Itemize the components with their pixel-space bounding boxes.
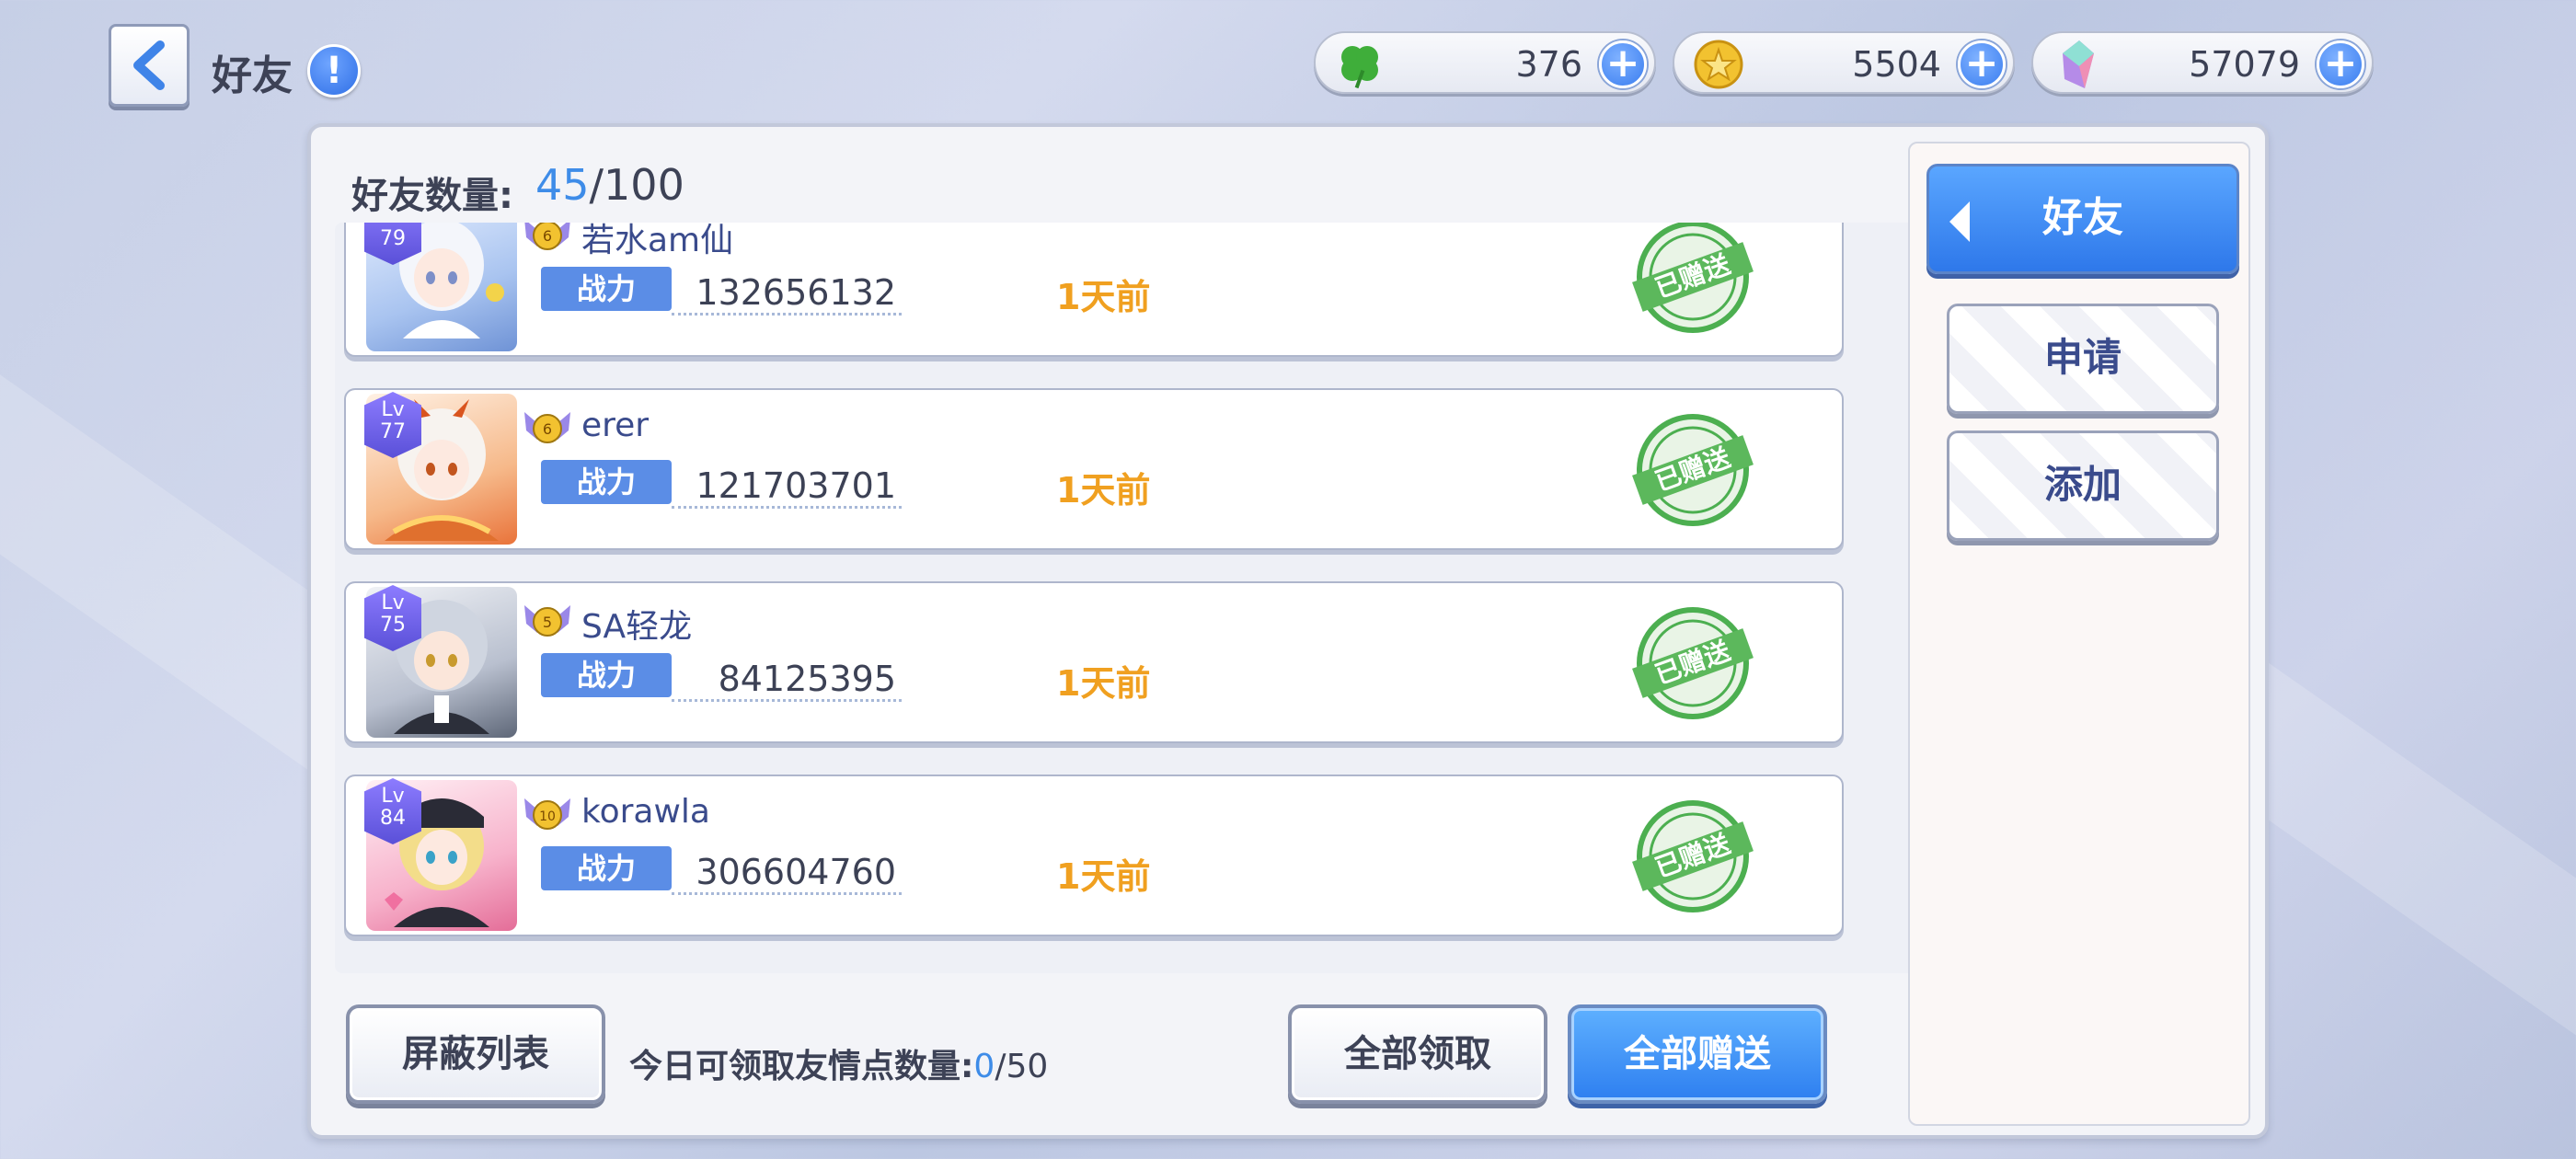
- power-label: 战力: [541, 460, 672, 504]
- friend-name: 若水am仙: [581, 223, 734, 259]
- svg-text:6: 6: [543, 420, 552, 438]
- coin-count: 5504: [1852, 44, 1941, 85]
- gem-count: 57079: [2189, 44, 2300, 85]
- level-label: Lv: [381, 785, 405, 808]
- tab-friends[interactable]: 好友: [1926, 164, 2239, 274]
- level-label: Lv: [381, 398, 405, 421]
- friend-count-max: /100: [589, 160, 684, 210]
- level-label: Lv: [381, 591, 405, 614]
- power-value: 306604760: [672, 852, 902, 895]
- last-login-time: 1天前: [1056, 663, 1151, 704]
- chevron-left-icon: [133, 40, 165, 90]
- tab-add[interactable]: 添加: [1947, 430, 2219, 541]
- currency-gem: 57079 +: [2031, 31, 2374, 94]
- level-badge: Lv 75: [364, 585, 421, 651]
- level-badge: Lv 84: [364, 778, 421, 844]
- friend-count-current: 45: [535, 160, 590, 210]
- friend-row[interactable]: Lv 84 10 korawla 战力 306604760 1天前 已赠送: [344, 775, 1844, 936]
- sidebar: 好友 申请 添加: [1908, 142, 2250, 1126]
- gifted-stamp-icon: 已赠送: [1632, 800, 1754, 912]
- power-label: 战力: [541, 653, 672, 697]
- last-login-time: 1天前: [1056, 277, 1151, 317]
- daily-points-max: /50: [995, 1048, 1049, 1085]
- power-value: 84125395: [672, 659, 902, 702]
- star-coin-icon: [1694, 40, 1743, 89]
- clover-icon: [1341, 46, 1378, 89]
- level-value: 84: [380, 807, 406, 830]
- add-coin-button[interactable]: +: [1958, 40, 2006, 88]
- friend-row[interactable]: Lv 77 6 erer 战力 121703701 1天前 已赠送: [344, 388, 1844, 550]
- power-value: 132656132: [672, 272, 902, 316]
- friend-name: SA轻龙: [581, 608, 693, 646]
- send-all-button[interactable]: 全部赠送: [1568, 1004, 1827, 1104]
- gifted-stamp-icon: 已赠送: [1632, 607, 1754, 719]
- rank-wings-icon: 6: [524, 223, 570, 250]
- block-list-button[interactable]: 屏蔽列表: [346, 1004, 605, 1104]
- friend-name: erer: [581, 407, 650, 444]
- tab-friends-label: 好友: [2042, 194, 2123, 241]
- svg-text:10: 10: [539, 809, 556, 824]
- power-value: 121703701: [672, 465, 902, 509]
- daily-points-current: 0: [973, 1048, 995, 1085]
- claim-all-button[interactable]: 全部领取: [1288, 1004, 1547, 1104]
- currency-clover: 376 +: [1314, 31, 1656, 94]
- svg-text:5: 5: [543, 614, 552, 631]
- clover-count: 376: [1515, 44, 1582, 85]
- add-clover-button[interactable]: +: [1599, 40, 1647, 88]
- last-login-time: 1天前: [1056, 470, 1151, 511]
- crystal-icon: [2063, 40, 2094, 88]
- info-icon[interactable]: !: [307, 44, 361, 98]
- gifted-stamp-icon: 已赠送: [1632, 414, 1754, 526]
- friend-row[interactable]: Lv 79 6 若水am仙 战力 132656132 1天前 已赠送: [344, 223, 1844, 357]
- add-gem-button[interactable]: +: [2317, 40, 2364, 88]
- daily-friendship-points: 今日可领取友情点数量:0/50: [629, 1039, 1048, 1087]
- level-value: 79: [380, 227, 406, 250]
- level-value: 77: [380, 420, 406, 443]
- friend-count: 45/100: [535, 160, 684, 210]
- currency-coin: 5504 +: [1673, 31, 2015, 94]
- gifted-stamp-icon: 已赠送: [1632, 223, 1754, 333]
- rank-wings-icon: 5: [524, 605, 570, 637]
- daily-points-label: 今日可领取友情点数量:: [629, 1048, 974, 1085]
- friend-name: korawla: [581, 793, 710, 831]
- back-button[interactable]: [109, 24, 190, 107]
- friends-panel: 好友数量: 45/100 Lv 79: [307, 123, 2269, 1139]
- page-title: 好友: [212, 52, 293, 99]
- triangle-left-icon: [1949, 201, 1970, 242]
- level-value: 75: [380, 614, 406, 637]
- last-login-time: 1天前: [1056, 856, 1151, 897]
- friend-list[interactable]: Lv 79 6 若水am仙 战力 132656132 1天前 已赠送: [335, 223, 1926, 973]
- level-badge: Lv 77: [364, 392, 421, 458]
- rank-wings-icon: 10: [524, 798, 570, 830]
- friend-count-label: 好友数量:: [351, 175, 513, 217]
- power-label: 战力: [541, 267, 672, 311]
- rank-wings-icon: 6: [524, 412, 570, 443]
- svg-text:6: 6: [543, 227, 552, 245]
- tab-requests[interactable]: 申请: [1947, 304, 2219, 414]
- power-label: 战力: [541, 846, 672, 890]
- friend-row[interactable]: Lv 75 5 SA轻龙 战力 84125395 1天前 已赠送: [344, 581, 1844, 743]
